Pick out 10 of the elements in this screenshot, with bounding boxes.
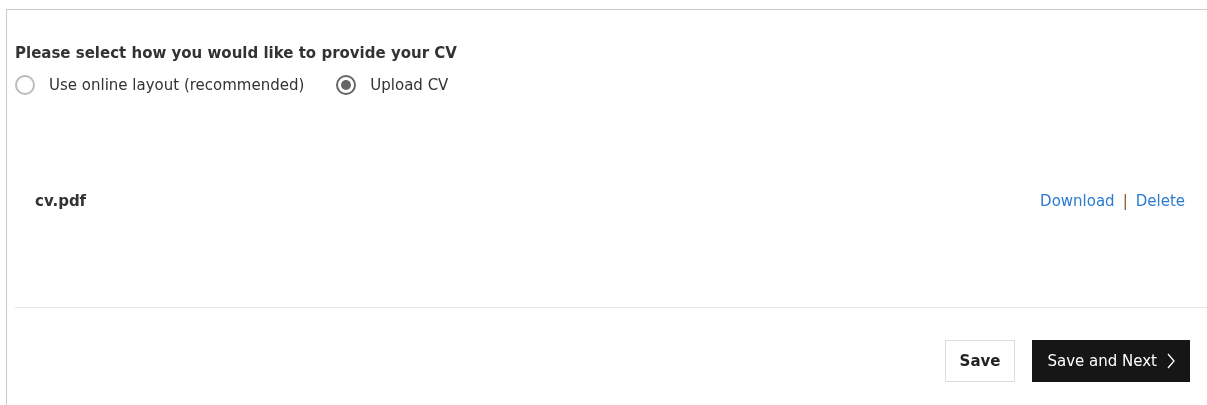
download-link[interactable]: Download (1040, 192, 1115, 210)
delete-link[interactable]: Delete (1135, 192, 1185, 210)
question-heading: Please select how you would like to provide your CV (15, 44, 458, 62)
chevron-right-icon (1167, 353, 1175, 369)
radio-option[interactable]: Use online layout (recommended) (15, 75, 305, 95)
file-name: cv.pdf (35, 192, 87, 210)
radio-option[interactable]: Upload CV (336, 75, 449, 95)
link-separator: | (1122, 192, 1128, 210)
save-next-button[interactable]: Save and Next (1032, 340, 1190, 382)
save-button[interactable]: Save (944, 340, 1016, 382)
